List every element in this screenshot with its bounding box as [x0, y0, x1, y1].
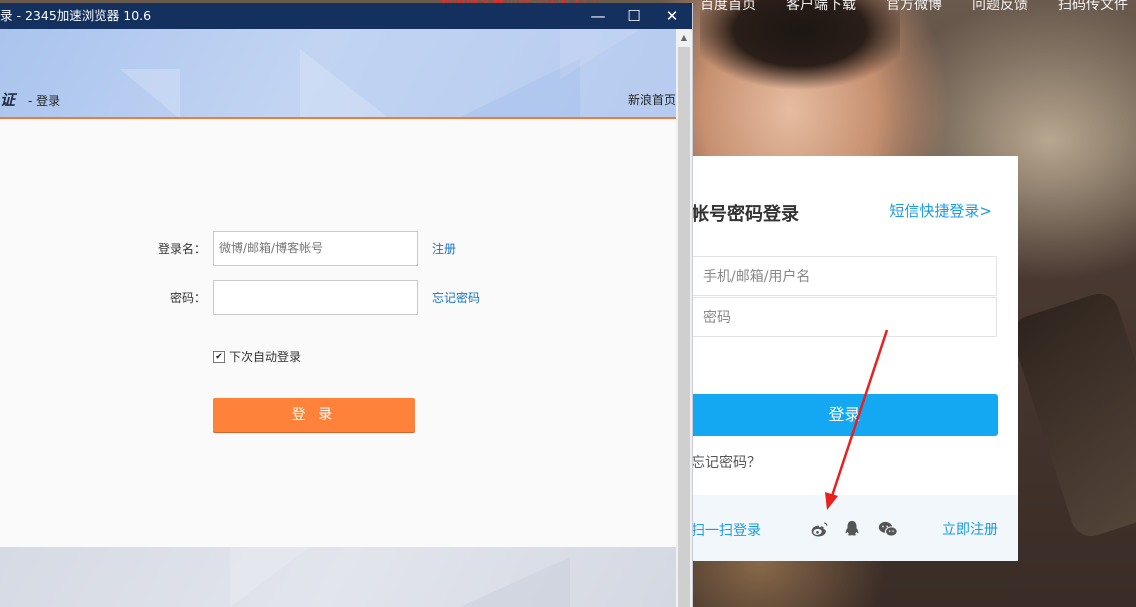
sina-home-link[interactable]: 新浪首页	[628, 91, 676, 108]
register-link[interactable]: 注册	[432, 240, 456, 257]
password-label: 密码：	[169, 291, 206, 305]
username-label: 登录名：	[157, 242, 206, 256]
header-subtitle: - 登录	[28, 94, 61, 108]
maximize-button[interactable]: ☐	[616, 3, 652, 29]
login-form: 登录名： 微博/邮箱/博客帐号 注册 密码： 忘记密码 ✔ 下次自动登录 登 录	[0, 119, 676, 547]
vertical-scrollbar[interactable]: ▲	[676, 29, 692, 607]
footer-decoration	[230, 547, 310, 607]
header-decoration	[300, 49, 390, 117]
auto-login-checkbox[interactable]: ✔	[213, 350, 225, 363]
header-decoration	[560, 29, 640, 79]
window-titlebar[interactable]: 录 - 2345加速浏览器 10.6 — ☐ ✕	[0, 3, 692, 29]
username-input[interactable]: 微博/邮箱/博客帐号	[213, 231, 418, 266]
header-brand: 证	[0, 91, 16, 109]
scrollbar-thumb[interactable]	[678, 47, 690, 607]
auto-login-label: 下次自动登录	[229, 350, 302, 364]
minimize-button[interactable]: —	[580, 3, 616, 29]
auto-login-option[interactable]: ✔ 下次自动登录	[213, 348, 301, 365]
popup-footer	[0, 547, 676, 607]
footer-decoration	[460, 557, 570, 607]
login-popup-window: 录 - 2345加速浏览器 10.6 — ☐ ✕ 证 - 登录 新浪首页 登录名…	[0, 3, 693, 607]
header-decoration	[120, 69, 180, 117]
scroll-up-icon[interactable]: ▲	[676, 31, 692, 45]
password-input[interactable]	[213, 280, 418, 315]
login-button[interactable]: 登 录	[213, 398, 415, 432]
forgot-password-link[interactable]: 忘记密码	[432, 289, 480, 306]
window-title: 录 - 2345加速浏览器 10.6	[0, 8, 152, 23]
popup-header: 证 - 登录 新浪首页	[0, 29, 676, 117]
close-button[interactable]: ✕	[654, 3, 690, 29]
